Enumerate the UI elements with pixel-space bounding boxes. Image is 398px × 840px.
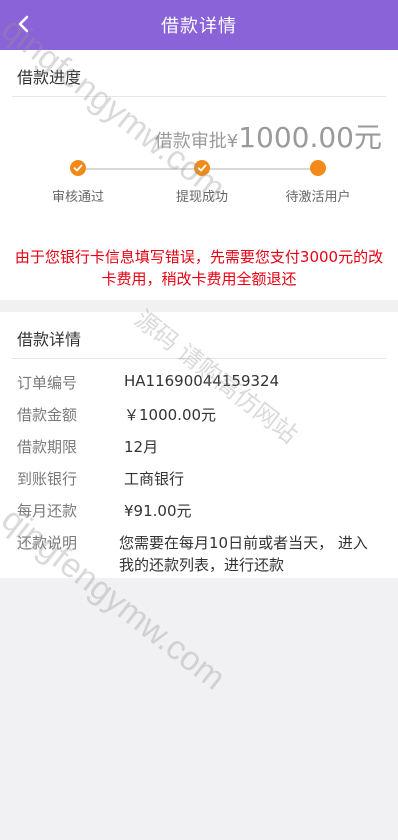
detail-value: ￥1000.00元 — [124, 406, 217, 424]
step-1-check-icon — [70, 160, 86, 176]
progress-section-title: 借款进度 — [17, 68, 82, 87]
detail-label: 每月还款 — [17, 502, 78, 520]
detail-label: 借款期限 — [17, 438, 78, 456]
detail-value: ¥91.00元 — [124, 502, 192, 520]
fee-notice: 由于您银行卡信息填写错误，先需要您支付3000元的改卡费用，稍改卡费用全额退还 — [14, 248, 384, 288]
detail-value: 工商银行 — [124, 470, 185, 488]
amount-value: 1000.00元 — [238, 121, 382, 154]
step-2-label: 提现成功 — [175, 190, 228, 205]
chevron-left-icon — [18, 15, 29, 33]
top-bar: 借款详情 — [0, 0, 398, 50]
divider — [12, 358, 386, 359]
loan-progress-card: 借款进度 借款审批¥1000.00元 审核通过 提现成功 待激活用户 由于您银行… — [0, 50, 398, 300]
details-section-title: 借款详情 — [17, 330, 82, 349]
step-2-check-icon — [194, 160, 210, 176]
detail-value: HA11690044159324 — [124, 372, 280, 390]
page-title: 借款详情 — [161, 16, 237, 37]
step-1-label: 审核通过 — [51, 190, 104, 205]
step-3-label: 待激活用户 — [285, 190, 351, 205]
detail-label: 借款金额 — [17, 406, 78, 424]
amount-prefix: 借款审批¥ — [154, 131, 239, 152]
detail-value: 12月 — [124, 438, 159, 456]
loan-details-card: 借款详情 订单编号 HA11690044159324 借款金额 ￥1000.00… — [0, 312, 398, 578]
approval-amount: 借款审批¥1000.00元 — [155, 116, 382, 156]
detail-label: 还款说明 — [17, 534, 78, 552]
back-button[interactable] — [14, 14, 34, 34]
step-3-current-dot — [310, 160, 326, 176]
divider — [12, 96, 386, 97]
detail-value: 您需要在每月10日前或者当天， 进入我的还款列表，进行还款 — [119, 534, 368, 574]
detail-label: 订单编号 — [17, 374, 78, 392]
detail-label: 到账银行 — [17, 470, 78, 488]
